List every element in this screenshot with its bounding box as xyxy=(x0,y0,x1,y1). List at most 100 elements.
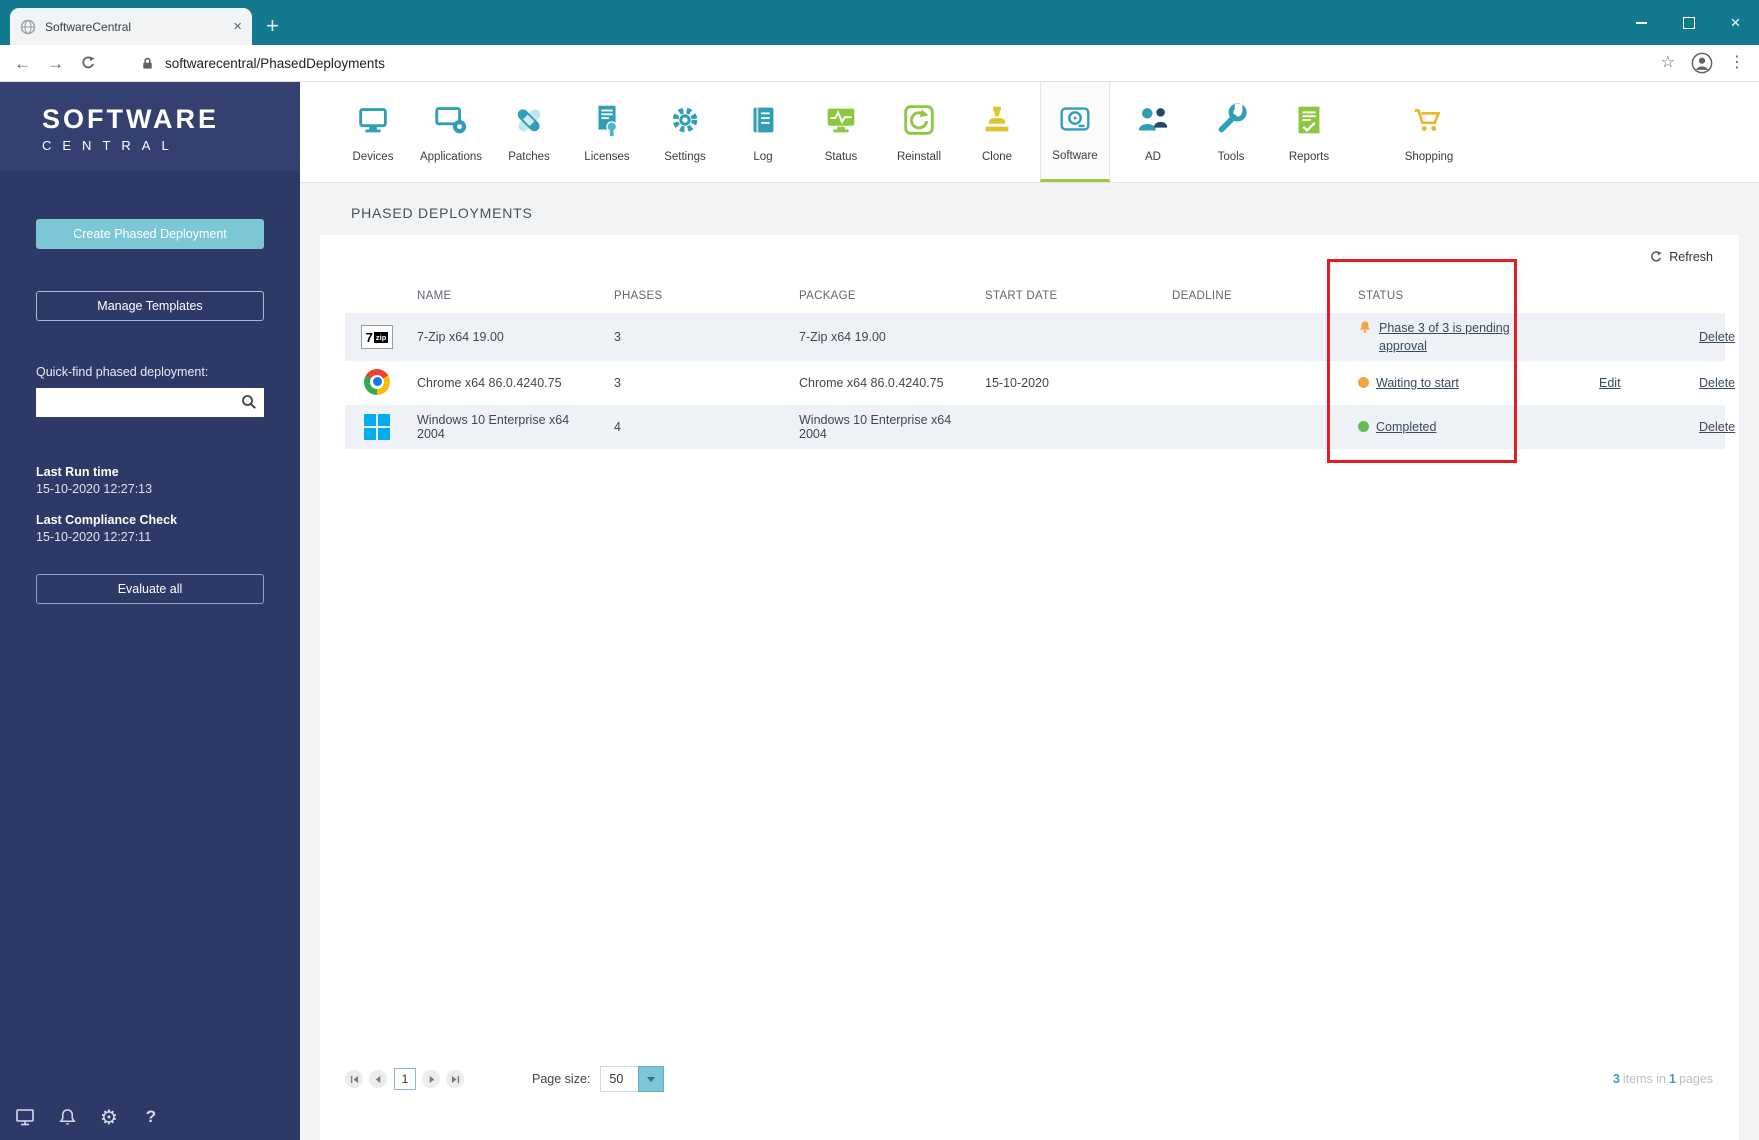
browser-titlebar: SoftwareCentral × + × xyxy=(0,0,1759,45)
quickfind-label: Quick-find phased deployment: xyxy=(36,365,209,379)
refresh-grid-button[interactable]: Refresh xyxy=(1649,250,1713,264)
first-page-button[interactable] xyxy=(345,1070,363,1088)
tab-title: SoftwareCentral xyxy=(45,19,132,34)
browser-window: SoftwareCentral × + × ← → softwarecentra… xyxy=(0,0,1759,1140)
last-run-label: Last Run time xyxy=(36,465,119,479)
browser-tab[interactable]: SoftwareCentral × xyxy=(10,8,252,45)
refresh-button[interactable] xyxy=(80,55,96,71)
profile-avatar-icon[interactable] xyxy=(1691,52,1713,74)
delete-link[interactable]: Delete xyxy=(1699,330,1735,344)
remote-desktop-icon[interactable] xyxy=(14,1106,36,1128)
nav-item-status[interactable]: Status xyxy=(806,82,876,182)
window-close-button[interactable]: × xyxy=(1712,0,1759,45)
licenses-icon xyxy=(588,101,626,144)
reinstall-icon xyxy=(900,101,938,144)
window-minimize-button[interactable] xyxy=(1618,0,1665,45)
sidebar: SOFTWARE CENTRAL Create Phased Deploymen… xyxy=(0,82,300,1140)
nav-item-applications[interactable]: Applications xyxy=(416,82,486,182)
last-compliance-label: Last Compliance Check xyxy=(36,513,178,527)
nav-item-clone[interactable]: Clone xyxy=(962,82,1032,182)
settings-gear-icon[interactable]: ⚙ xyxy=(98,1105,120,1129)
table-row: Windows 10 Enterprise x64 2004 4 Windows… xyxy=(345,405,1735,450)
nav-item-settings[interactable]: Settings xyxy=(650,82,720,182)
last-page-button[interactable] xyxy=(446,1070,464,1088)
url-text[interactable]: softwarecentral/PhasedDeployments xyxy=(165,56,385,71)
page-size-label: Page size: xyxy=(532,1072,591,1086)
log-icon xyxy=(744,101,782,144)
table-header-row: NAME PHASES PACKAGE START DATE DEADLINE … xyxy=(345,279,1725,313)
edit-link[interactable]: Edit xyxy=(1599,376,1621,390)
nav-item-devices[interactable]: Devices xyxy=(338,82,408,182)
create-phased-deployment-button[interactable]: Create Phased Deployment xyxy=(36,219,264,249)
last-run-value: 15-10-2020 12:27:13 xyxy=(36,482,153,496)
sidebar-footer: ⚙ ? xyxy=(14,1105,162,1129)
nav-item-reinstall[interactable]: Reinstall xyxy=(884,82,954,182)
status-icon xyxy=(822,101,860,144)
delete-link[interactable]: Delete xyxy=(1699,420,1735,434)
nav-item-software[interactable]: Software xyxy=(1040,82,1110,182)
table-row: Chrome x64 86.0.4240.75 3 Chrome x64 86.… xyxy=(345,361,1735,405)
status-link[interactable]: Phase 3 of 3 is pending approval xyxy=(1379,319,1529,355)
nav-item-licenses[interactable]: Licenses xyxy=(572,82,642,182)
tools-wrench-icon xyxy=(1212,101,1250,144)
evaluate-all-button[interactable]: Evaluate all xyxy=(36,574,264,604)
refresh-icon xyxy=(1651,251,1662,262)
shopping-cart-icon xyxy=(1410,101,1448,144)
page-size-dropdown-button[interactable] xyxy=(638,1066,665,1092)
cell-deadline xyxy=(1164,405,1350,449)
prev-page-button[interactable] xyxy=(369,1070,387,1088)
nav-item-shopping[interactable]: Shopping xyxy=(1394,82,1464,182)
table-row: 7zip 7-Zip x64 19.00 3 7-Zip x64 19.00 xyxy=(345,313,1735,362)
settings-icon xyxy=(666,101,704,144)
browser-menu-icon[interactable]: ⋮ xyxy=(1729,55,1745,71)
nav-item-reports[interactable]: Reports xyxy=(1274,82,1344,182)
logo-text-software: SOFTWARE xyxy=(42,104,219,134)
cell-start-date: 15-10-2020 xyxy=(985,376,1049,391)
manage-templates-button[interactable]: Manage Templates xyxy=(36,291,264,321)
nav-item-patches[interactable]: Patches xyxy=(494,82,564,182)
cell-start-date xyxy=(977,313,1164,361)
delete-link[interactable]: Delete xyxy=(1699,376,1735,390)
cell-package: 7-Zip x64 19.00 xyxy=(799,330,886,345)
cell-package: Chrome x64 86.0.4240.75 xyxy=(799,376,944,391)
tab-close-icon[interactable]: × xyxy=(233,19,242,34)
notifications-bell-icon[interactable] xyxy=(56,1106,78,1128)
help-icon[interactable]: ? xyxy=(140,1106,162,1128)
nav-item-log[interactable]: Log xyxy=(728,82,798,182)
cell-phases: 4 xyxy=(614,420,621,435)
deployments-table: NAME PHASES PACKAGE START DATE DEADLINE … xyxy=(345,259,1735,463)
current-page-indicator[interactable]: 1 xyxy=(394,1068,416,1090)
col-header-status: STATUS xyxy=(1358,290,1404,302)
sidebar-meta: Last Run time 15-10-2020 12:27:13 Last C… xyxy=(36,465,264,544)
devices-icon xyxy=(354,101,392,144)
status-link[interactable]: Waiting to start xyxy=(1376,374,1459,392)
cell-name: Chrome x64 86.0.4240.75 xyxy=(417,376,562,391)
search-icon[interactable] xyxy=(241,394,257,415)
page-size-value[interactable]: 50 xyxy=(600,1066,639,1092)
col-header-deadline: DEADLINE xyxy=(1172,290,1232,302)
cell-start-date xyxy=(977,405,1164,449)
status-link[interactable]: Completed xyxy=(1376,418,1436,436)
ad-users-icon xyxy=(1134,101,1172,144)
7zip-app-icon: 7 zip xyxy=(361,325,393,350)
patches-icon xyxy=(510,101,548,144)
quickfind-input[interactable] xyxy=(36,388,264,417)
back-button[interactable]: ← xyxy=(14,55,31,72)
main-area: Devices Applications Patches Licenses Se… xyxy=(300,82,1759,1140)
new-tab-button[interactable]: + xyxy=(266,15,279,37)
forward-button[interactable]: → xyxy=(47,55,64,72)
clone-stamp-icon xyxy=(978,101,1016,144)
next-page-button[interactable] xyxy=(422,1070,440,1088)
lock-icon xyxy=(140,56,155,71)
site-favicon-icon xyxy=(20,19,36,35)
cell-deadline xyxy=(1164,313,1350,361)
pending-approval-bell-icon xyxy=(1358,320,1372,337)
bookmark-star-icon[interactable]: ☆ xyxy=(1661,55,1675,71)
col-header-phases: PHASES xyxy=(614,290,663,302)
nav-item-ad[interactable]: AD xyxy=(1118,82,1188,182)
cell-name: Windows 10 Enterprise x64 2004 xyxy=(417,413,570,442)
nav-item-tools[interactable]: Tools xyxy=(1196,82,1266,182)
window-maximize-button[interactable] xyxy=(1665,0,1712,45)
windows-app-icon xyxy=(364,414,390,441)
logo-text-central: CENTRAL xyxy=(42,138,180,153)
